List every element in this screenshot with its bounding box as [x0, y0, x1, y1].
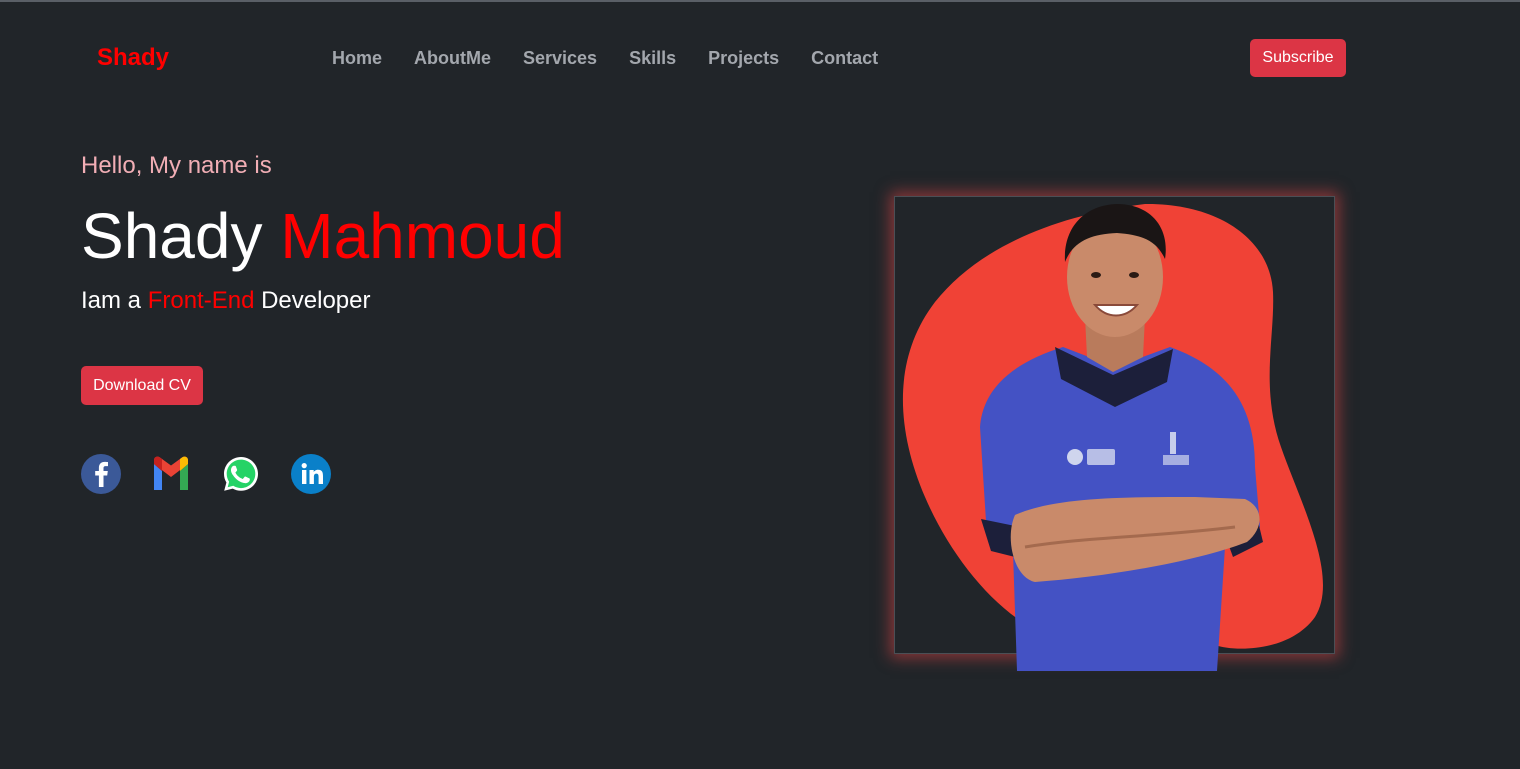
role-prefix: Iam a: [81, 287, 142, 314]
subscribe-button[interactable]: Subscribe: [1250, 39, 1346, 77]
nav-item-services[interactable]: Services: [523, 47, 597, 69]
social-links: [81, 454, 361, 494]
nav-item-home[interactable]: Home: [332, 47, 382, 69]
linkedin-icon[interactable]: [291, 454, 331, 494]
role-accent: Front-End: [147, 287, 255, 314]
facebook-icon[interactable]: [81, 454, 121, 494]
nav-item-projects[interactable]: Projects: [708, 47, 779, 69]
nav-item-contact[interactable]: Contact: [811, 47, 878, 69]
role-suffix: Developer: [261, 287, 371, 314]
profile-illustration: [902, 203, 1323, 671]
gmail-icon[interactable]: [151, 454, 191, 494]
profile-photo: [894, 196, 1335, 671]
hero-role: Iam a Front-End Developer: [81, 287, 371, 315]
main-nav: Home AboutMe Services Skills Projects Co…: [332, 47, 910, 69]
hero-greeting: Hello, My name is: [81, 152, 272, 179]
window-top-border: [0, 0, 1520, 2]
nav-item-skills[interactable]: Skills: [629, 47, 676, 69]
hero-first-name: Shady: [81, 200, 263, 272]
whatsapp-icon[interactable]: [221, 454, 261, 494]
nav-item-aboutme[interactable]: AboutMe: [414, 47, 491, 69]
hero-name: Shady Mahmoud: [81, 196, 565, 276]
download-cv-button[interactable]: Download CV: [81, 366, 203, 405]
hero-last-name: Mahmoud: [280, 200, 565, 272]
brand-logo[interactable]: Shady: [97, 44, 169, 72]
